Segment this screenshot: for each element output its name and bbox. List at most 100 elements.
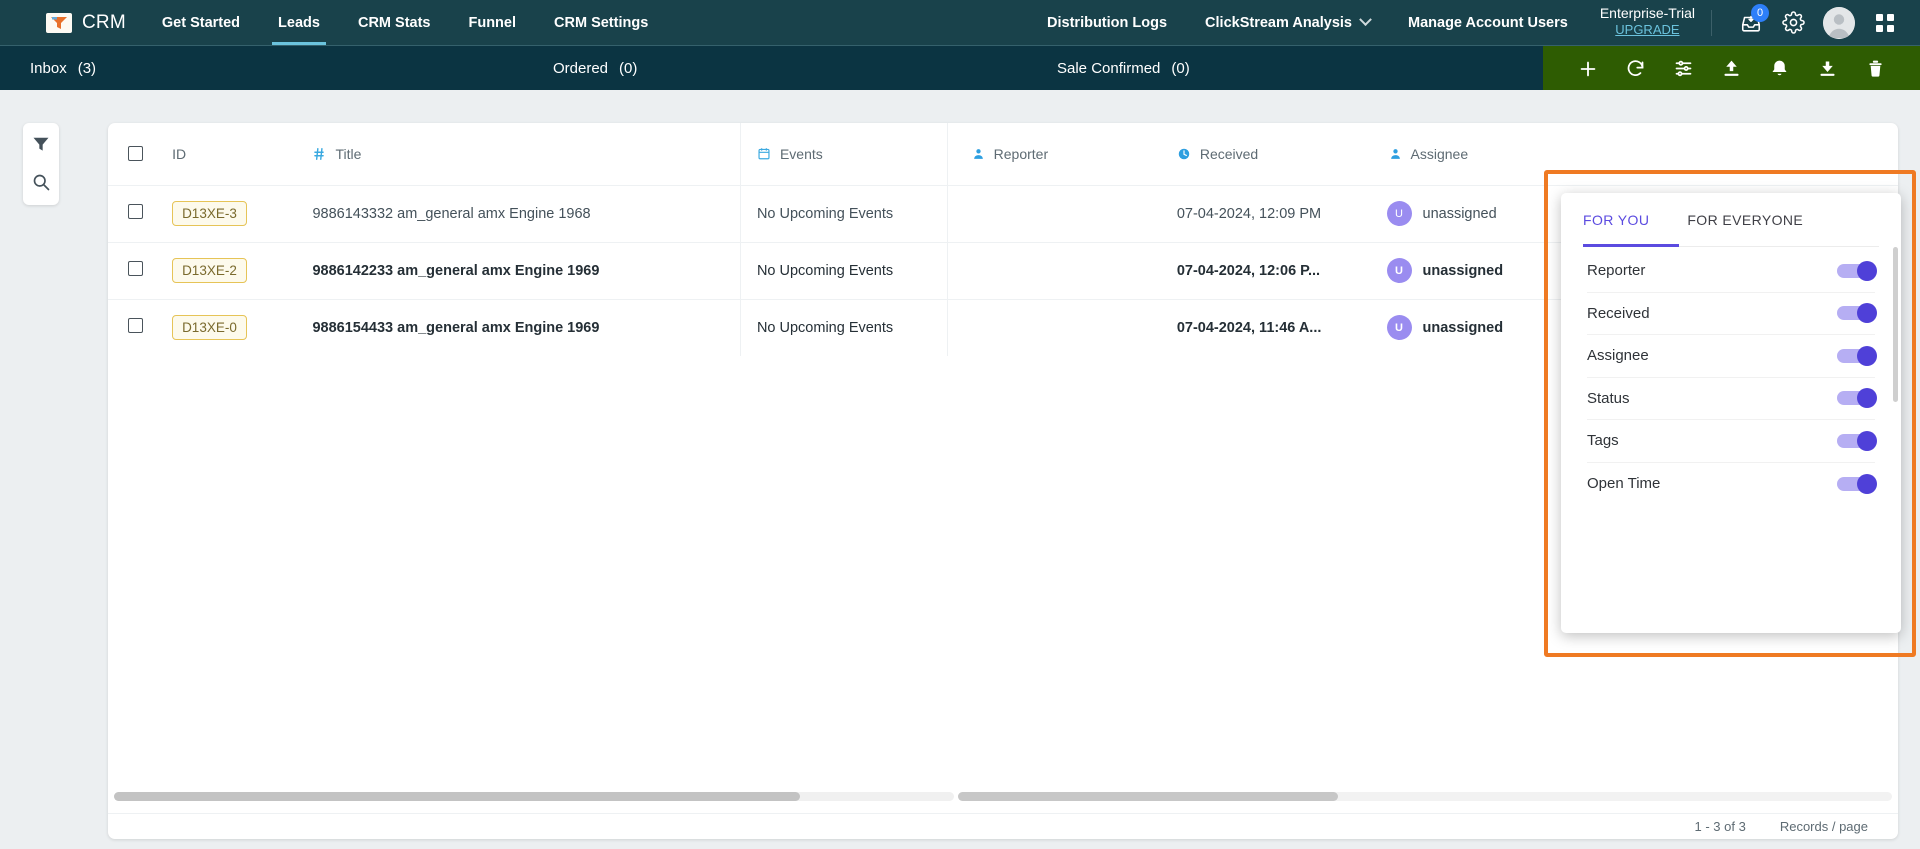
subtab-ordered-label: Ordered: [553, 59, 609, 77]
apps-grid-button[interactable]: [1864, 0, 1906, 45]
horizontal-scrollbar-left[interactable]: [114, 792, 954, 801]
th-events-label: Events: [779, 145, 823, 162]
row-reporter-cell: [946, 241, 1154, 299]
row-checkbox[interactable]: [128, 261, 143, 276]
toggle-row-status[interactable]: Status: [1587, 378, 1877, 420]
plus-icon: [1580, 61, 1595, 76]
inbox-download-button[interactable]: 0: [1730, 0, 1772, 45]
records-per-page-label[interactable]: Records / page: [1780, 819, 1868, 834]
horizontal-scrollbar-right[interactable]: [958, 792, 1892, 801]
avatar-icon: [1823, 6, 1855, 39]
column-visibility-dropdown: FOR YOU FOR EVERYONE Reporter Received A…: [1561, 193, 1901, 633]
upgrade-link[interactable]: UPGRADE: [1615, 22, 1679, 38]
dropdown-scrollbar[interactable]: [1893, 247, 1898, 402]
row-select-cell: [108, 184, 173, 242]
th-reporter-label: Reporter: [993, 145, 1049, 162]
nav-get-started[interactable]: Get Started: [160, 2, 242, 44]
nav-clickstream-analysis[interactable]: ClickStream Analysis: [1203, 2, 1372, 44]
nav-distribution-logs[interactable]: Distribution Logs: [1045, 2, 1169, 44]
table-toolbar: [1543, 46, 1920, 91]
person-icon: [1390, 148, 1400, 159]
subtab-inbox[interactable]: Inbox (3): [30, 60, 96, 77]
search-button[interactable]: [30, 171, 52, 193]
row-received-cell: 07-04-2024, 12:09 PM: [1153, 184, 1361, 242]
th-received-label: Received: [1199, 145, 1259, 162]
nav-manage-account-users[interactable]: Manage Account Users: [1406, 2, 1570, 44]
toggle-row-reporter[interactable]: Reporter: [1587, 250, 1877, 293]
received-toggle[interactable]: [1837, 303, 1877, 324]
subtab-sale-confirmed[interactable]: Sale Confirmed (0): [1057, 60, 1190, 77]
column-settings-button[interactable]: [1671, 56, 1697, 82]
toggle-row-received[interactable]: Received: [1587, 293, 1877, 335]
brand[interactable]: CRM: [46, 12, 126, 34]
add-button[interactable]: [1575, 56, 1601, 82]
left-tool-rail: [23, 123, 59, 205]
plan-info: Enterprise-Trial UPGRADE: [1600, 5, 1695, 39]
refresh-icon: [1627, 60, 1644, 76]
nav-clickstream-analysis-label: ClickStream Analysis: [1205, 14, 1353, 31]
gear-icon: [1781, 11, 1805, 34]
nav-crm-stats[interactable]: CRM Stats: [356, 2, 433, 44]
download-icon: [1820, 61, 1835, 76]
clock-icon: [1178, 148, 1190, 159]
settings-button[interactable]: [1772, 0, 1814, 45]
status-toggle[interactable]: [1837, 388, 1877, 409]
tab-for-everyone[interactable]: FOR EVERYONE: [1673, 193, 1817, 247]
th-assignee[interactable]: Assignee: [1361, 123, 1898, 185]
subtab-sale-confirmed-count: (0): [1171, 59, 1190, 77]
id-badge[interactable]: D13XE-2: [172, 258, 247, 283]
column-toggle-list: Reporter Received Assignee Status Tags O…: [1561, 247, 1901, 505]
nav-leads[interactable]: Leads: [272, 2, 326, 45]
table-footer: 1 - 3 of 3 Records / page: [108, 813, 1898, 839]
column-settings-icon: [1675, 60, 1692, 77]
delete-button[interactable]: [1863, 56, 1889, 82]
refresh-button[interactable]: [1623, 56, 1649, 82]
download-button[interactable]: [1815, 56, 1841, 82]
nav-funnel[interactable]: Funnel: [466, 2, 518, 44]
id-badge[interactable]: D13XE-0: [172, 315, 247, 341]
assignee-name: unassigned: [1422, 205, 1497, 222]
toggle-row-open-time[interactable]: Open Time: [1587, 463, 1877, 506]
th-received[interactable]: Received: [1154, 123, 1361, 185]
divider: [1711, 9, 1712, 36]
chevron-down-icon: [1359, 13, 1372, 27]
toggle-label: Reporter: [1587, 262, 1646, 280]
row-title-cell[interactable]: 9886154433 am_general amx Engine 1969: [308, 298, 741, 356]
toggle-row-assignee[interactable]: Assignee: [1587, 335, 1877, 378]
status-tab-bar: Inbox (3) Ordered (0) Sale Confirmed (0): [0, 45, 1920, 91]
scrollbar-thumb[interactable]: [114, 792, 800, 801]
id-badge[interactable]: D13XE-3: [172, 201, 247, 226]
scrollbar-thumb[interactable]: [958, 792, 1338, 801]
reporter-toggle[interactable]: [1837, 260, 1877, 281]
inbox-badge-count: 0: [1751, 4, 1769, 22]
funnel-logo-icon: [46, 12, 72, 33]
row-title-cell[interactable]: 9886142233 am_general amx Engine 1969: [308, 241, 741, 299]
tags-toggle[interactable]: [1837, 430, 1877, 451]
th-title[interactable]: Title: [308, 123, 740, 185]
th-assignee-label: Assignee: [1410, 145, 1469, 162]
assignee-toggle[interactable]: [1837, 345, 1877, 366]
nav-crm-settings[interactable]: CRM Settings: [552, 2, 650, 44]
toggle-label: Open Time: [1587, 475, 1661, 493]
row-checkbox[interactable]: [128, 204, 143, 219]
select-all-checkbox[interactable]: [128, 146, 143, 162]
open-time-toggle[interactable]: [1837, 473, 1877, 494]
th-id[interactable]: ID: [172, 123, 308, 185]
th-events[interactable]: Events: [739, 123, 948, 185]
toggle-label: Received: [1587, 304, 1650, 322]
avatar[interactable]: [1823, 6, 1855, 39]
tab-for-you[interactable]: FOR YOU: [1569, 193, 1663, 247]
filter-button[interactable]: [30, 133, 52, 155]
assignee-name: unassigned: [1422, 262, 1504, 279]
row-id-cell: D13XE-2: [172, 241, 309, 299]
th-reporter[interactable]: Reporter: [946, 123, 1154, 185]
subtab-ordered[interactable]: Ordered (0): [553, 60, 637, 77]
toggle-label: Assignee: [1587, 347, 1649, 365]
upload-button[interactable]: [1719, 56, 1745, 82]
plan-name: Enterprise-Trial: [1599, 5, 1695, 22]
notification-button[interactable]: [1767, 56, 1793, 82]
primary-nav-links: Get Started Leads CRM Stats Funnel CRM S…: [160, 2, 650, 45]
toggle-row-tags[interactable]: Tags: [1587, 420, 1877, 463]
row-title-cell[interactable]: 9886143332 am_general amx Engine 1968: [308, 184, 741, 242]
row-checkbox[interactable]: [128, 318, 143, 334]
